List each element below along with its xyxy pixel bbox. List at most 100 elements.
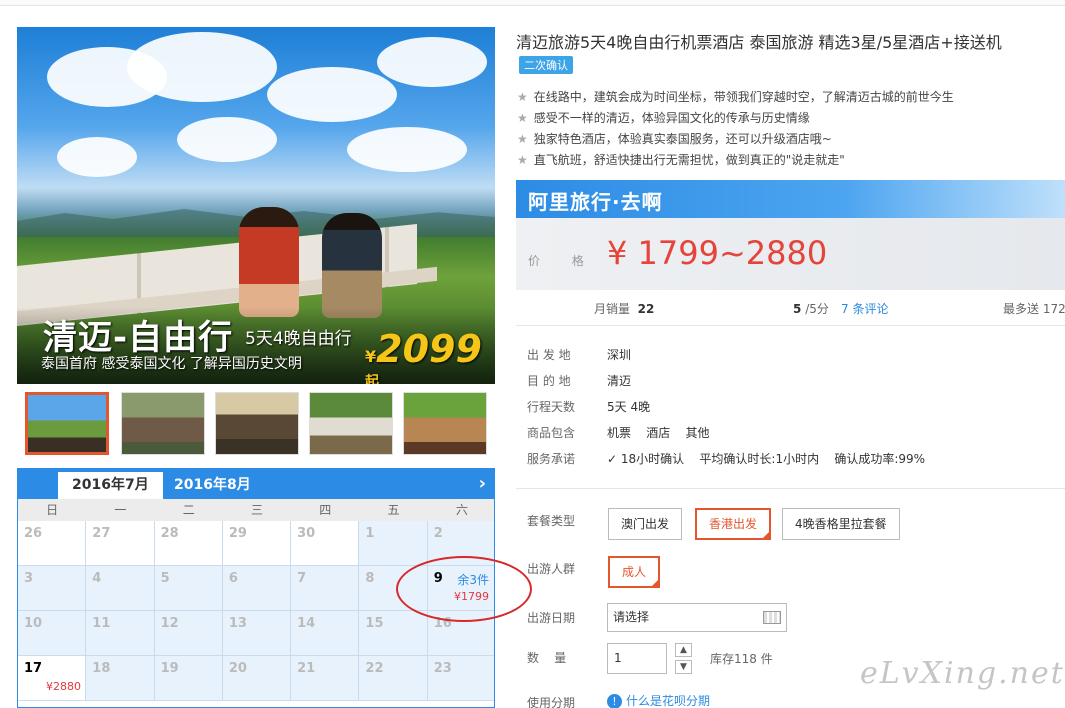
divider [516, 488, 1065, 489]
price-range: ¥ 1799~2880 [607, 234, 828, 272]
price-box: 价 格 ¥ 1799~2880 [516, 218, 1065, 290]
product-title: 清迈旅游5天4晚自由行机票酒店 泰国旅游 精选3星/5星酒店+接送机 [516, 33, 1002, 52]
hero-title: 清迈-自由行 [43, 318, 234, 358]
info-label: 行程天数 [527, 400, 576, 414]
weekday: 四 [319, 503, 332, 517]
calendar-day: 21 [291, 656, 360, 701]
weekday: 日 [46, 503, 59, 517]
hero-price: ¥2099起 [365, 327, 482, 384]
calendar-day: 5 [154, 566, 223, 611]
calendar-day: 18 [86, 656, 155, 701]
day-price: ¥2880 [46, 680, 81, 693]
date-picker[interactable]: 请选择 [607, 603, 787, 632]
hero-subtitle: 5天4晚自由行 [245, 329, 352, 349]
star-icon: ★ [517, 90, 528, 104]
info-icon: ! [607, 694, 622, 708]
package-option-macau[interactable]: 澳门出发 [608, 508, 683, 540]
info-value: 5天 4晚 [607, 400, 651, 414]
hero-tagline: 泰国首府 感受泰国文化 了解异国历史文明 [41, 356, 302, 372]
package-label: 套餐类型 [527, 514, 576, 528]
calendar-day: 26 [18, 521, 87, 566]
decrement-button[interactable]: ▼ [675, 660, 692, 674]
traveler-label: 出游人群 [527, 562, 576, 576]
calendar-day: 6 [222, 566, 292, 611]
calendar-day-available[interactable]: 17 ¥2880 [18, 656, 87, 701]
info-value: 深圳 [607, 348, 632, 362]
package-option-shangrila[interactable]: 4晚香格里拉套餐 [782, 508, 900, 540]
calendar-day: 27 [86, 521, 155, 566]
tab-july[interactable]: 2016年7月 [58, 472, 163, 499]
installment-label: 使用分期 [527, 696, 576, 708]
thumbnail-strip [17, 392, 495, 460]
person-woman [239, 207, 299, 317]
calendar-day: 10 [18, 611, 87, 656]
info-value: 机票 酒店 其他 [607, 426, 710, 440]
calendar-day: 20 [222, 656, 292, 701]
tab-august[interactable]: 2016年8月 [160, 472, 265, 499]
calendar-day: 4 [86, 566, 155, 611]
top-border [0, 0, 1065, 6]
package-option-hongkong[interactable]: 香港出发 [695, 508, 772, 540]
date-label: 出游日期 [527, 611, 576, 625]
calendar-day: 22 [359, 656, 428, 701]
weekday: 二 [182, 503, 195, 517]
chevron-right-icon[interactable]: › [479, 473, 486, 494]
thumbnail-4[interactable] [309, 392, 393, 455]
feature-item: ★ 直飞航班，舒适快捷出行无需担忧，做到真正的"说走就走" [517, 153, 845, 167]
check-icon: ✓ [607, 452, 621, 466]
info-label: 目 的 地 [527, 374, 571, 388]
confirm-badge: 二次确认 [519, 56, 573, 74]
weekday: 六 [455, 503, 468, 517]
info-value: 清迈 [607, 374, 632, 388]
star-icon: ★ [517, 111, 528, 125]
highlight-circle [396, 556, 532, 622]
rating: 5 /5分 [793, 302, 829, 316]
weekday-header: 日 一 二 三 四 五 六 [18, 499, 494, 521]
calendar-day: 29 [222, 521, 292, 566]
weekday: 五 [387, 503, 400, 517]
feature-item: ★ 感受不一样的清迈，体验异国文化的传承与历史情缘 [517, 111, 810, 125]
info-label: 商品包含 [527, 426, 576, 440]
stock-text: 库存118 件 [710, 652, 773, 666]
thumbnail-1[interactable] [25, 392, 109, 455]
watermark: eLvXing.net [860, 656, 1065, 691]
calendar-day: 13 [222, 611, 292, 656]
star-icon: ★ [517, 132, 528, 146]
calendar-day: 23 [427, 656, 494, 701]
calendar-day: 14 [291, 611, 360, 656]
feature-item: ★ 独家特色酒店，体验真实泰国服务，还可以升级酒店哦~ [517, 132, 832, 146]
calendar-day: 3 [18, 566, 87, 611]
traveler-option-adult[interactable]: 成人 [608, 556, 661, 588]
calendar-day: 28 [154, 521, 223, 566]
thumbnail-3[interactable] [215, 392, 299, 455]
star-icon: ★ [517, 153, 528, 167]
person-man [322, 213, 382, 318]
calendar-header: 2016年7月 2016年8月 › [18, 469, 494, 499]
info-label: 服务承诺 [527, 452, 576, 466]
quantity-label: 数 量 [527, 651, 567, 665]
reviews-link[interactable]: 7 条评论 [841, 300, 888, 317]
brand-name: 阿里旅行·去啊 [528, 190, 663, 214]
calendar-day: 19 [154, 656, 223, 701]
increment-button[interactable]: ▲ [675, 643, 692, 657]
calendar-icon[interactable] [763, 611, 781, 624]
monthly-sales: 月销量 22 [594, 302, 655, 316]
thumbnail-5[interactable] [403, 392, 487, 455]
calendar-day: 7 [291, 566, 360, 611]
weekday: 三 [250, 503, 263, 517]
weekday: 一 [114, 503, 127, 517]
hero-image: 清迈-自由行 5天4晚自由行 泰国首府 感受泰国文化 了解异国历史文明 ¥209… [17, 27, 495, 384]
points: 最多送 172 [1003, 302, 1065, 316]
quantity-input[interactable]: 1 [607, 643, 667, 674]
calendar-day: 11 [86, 611, 155, 656]
calendar-day: 30 [291, 521, 360, 566]
stats-bar: 月销量 22 5 /5分 7 条评论 最多送 172 [516, 290, 1065, 326]
feature-item: ★ 在线路中，建筑会成为时间坐标，带领我们穿越时空，了解清迈古城的前世今生 [517, 90, 954, 104]
calendar-day: 15 [359, 611, 428, 656]
service-promise: ✓ 18小时确认 平均确认时长:1小时内 确认成功率:99% [607, 452, 926, 466]
info-label: 出 发 地 [527, 348, 571, 362]
installment-help-link[interactable]: ! 什么是花呗分期 [607, 692, 710, 708]
brand-banner: 阿里旅行·去啊 [516, 180, 1065, 218]
price-label: 价 格 [528, 254, 598, 268]
thumbnail-2[interactable] [121, 392, 205, 455]
